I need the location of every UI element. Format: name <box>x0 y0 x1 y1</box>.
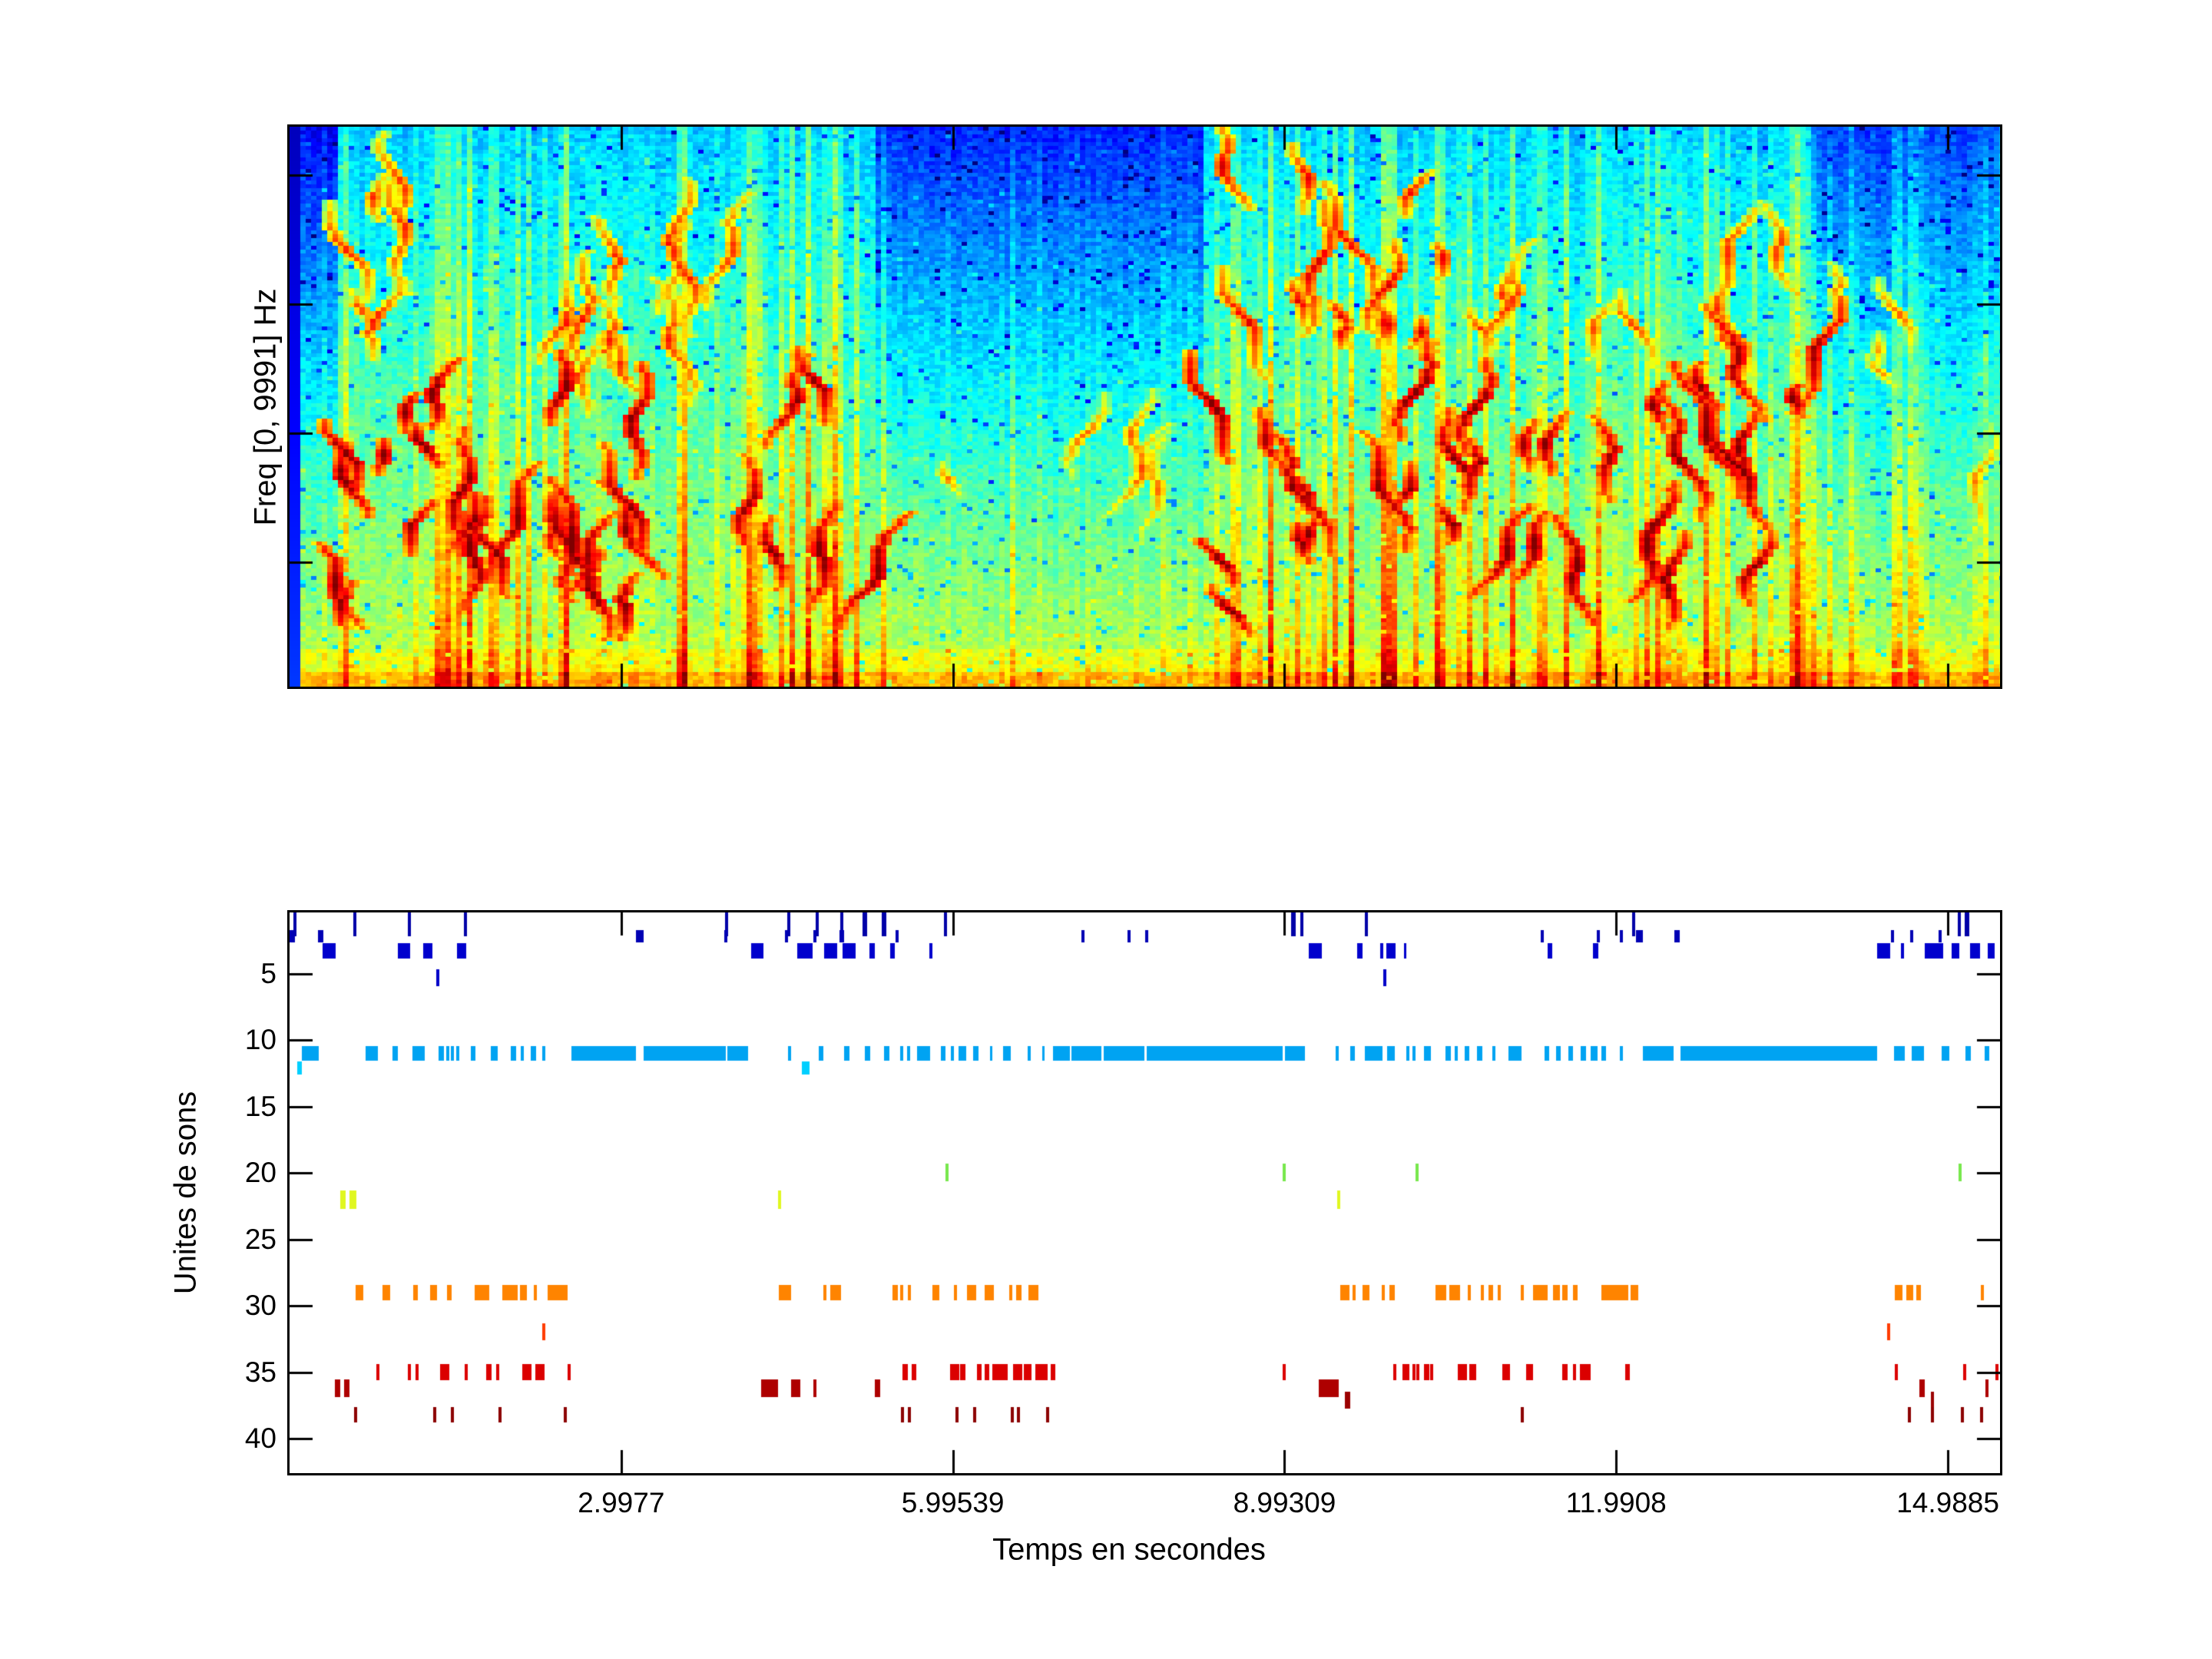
raster-plot <box>287 910 2002 1475</box>
x-tick-label: 8.99309 <box>1233 1487 1336 1519</box>
raster-canvas <box>290 912 2000 1473</box>
y-tick-label: 20 <box>245 1157 276 1189</box>
spectrogram-ylabel: Freq [0, 9991] Hz <box>249 288 283 525</box>
matlab-figure: Freq [0, 9991] Hz Unites de sons Temps e… <box>0 0 2212 1659</box>
y-tick-label: 25 <box>245 1224 276 1256</box>
spectrogram-canvas <box>290 127 2000 687</box>
x-tick-label: 5.99539 <box>902 1487 1005 1519</box>
y-tick-label: 15 <box>245 1091 276 1123</box>
y-tick-label: 5 <box>260 958 276 990</box>
x-tick-label: 2.9977 <box>578 1487 664 1519</box>
raster-ylabel: Unites de sons <box>169 1091 204 1295</box>
y-tick-label: 40 <box>245 1422 276 1455</box>
spectrogram-plot <box>287 124 2002 689</box>
raster-xlabel: Temps en secondes <box>992 1533 1266 1568</box>
x-tick-label: 11.9908 <box>1566 1487 1667 1519</box>
y-tick-label: 30 <box>245 1290 276 1322</box>
y-tick-label: 35 <box>245 1356 276 1389</box>
y-tick-label: 10 <box>245 1024 276 1056</box>
x-tick-label: 14.9885 <box>1896 1487 1999 1519</box>
